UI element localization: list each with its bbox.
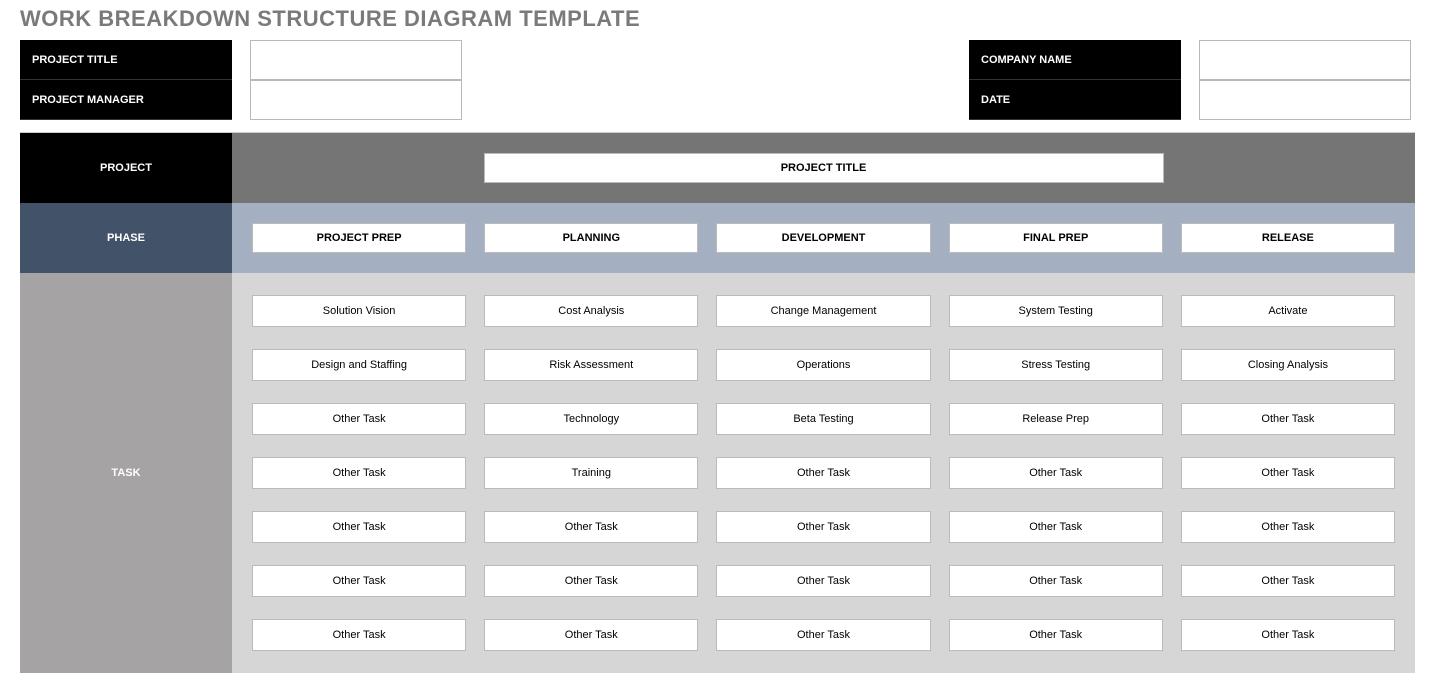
- task-cell[interactable]: Change Management: [716, 295, 930, 327]
- project-title-label: PROJECT TITLE: [20, 40, 232, 80]
- company-name-label: COMPANY NAME: [969, 40, 1181, 80]
- task-cell[interactable]: Design and Staffing: [252, 349, 466, 381]
- task-cell[interactable]: Release Prep: [949, 403, 1163, 435]
- task-cell[interactable]: Other Task: [1181, 619, 1395, 651]
- task-cell[interactable]: Training: [484, 457, 698, 489]
- project-title-input[interactable]: [250, 40, 462, 80]
- row-label-phase: PHASE: [20, 203, 232, 273]
- task-cell[interactable]: System Testing: [949, 295, 1163, 327]
- phase-cell[interactable]: RELEASE: [1181, 223, 1395, 253]
- task-cell[interactable]: Other Task: [716, 565, 930, 597]
- project-manager-input[interactable]: [250, 80, 462, 120]
- project-manager-label: PROJECT MANAGER: [20, 80, 232, 120]
- task-cell[interactable]: Other Task: [252, 511, 466, 543]
- task-cell[interactable]: Technology: [484, 403, 698, 435]
- task-cell[interactable]: Risk Assessment: [484, 349, 698, 381]
- date-label: DATE: [969, 80, 1181, 120]
- task-cell[interactable]: Other Task: [1181, 565, 1395, 597]
- task-cell[interactable]: Activate: [1181, 295, 1395, 327]
- task-cell[interactable]: Other Task: [252, 565, 466, 597]
- task-cell[interactable]: Other Task: [716, 511, 930, 543]
- task-cell[interactable]: Other Task: [252, 403, 466, 435]
- row-body-task: Solution Vision Cost Analysis Change Manag…: [232, 273, 1415, 673]
- task-cell[interactable]: Solution Vision: [252, 295, 466, 327]
- task-cell[interactable]: Other Task: [949, 565, 1163, 597]
- row-label-project: PROJECT: [20, 133, 232, 203]
- row-body-project: PROJECT TITLE: [232, 133, 1415, 203]
- task-cell[interactable]: Other Task: [1181, 511, 1395, 543]
- task-cell[interactable]: Other Task: [949, 619, 1163, 651]
- task-cell[interactable]: Other Task: [949, 457, 1163, 489]
- task-cell[interactable]: Closing Analysis: [1181, 349, 1395, 381]
- row-body-phase: PROJECT PREP PLANNING DEVELOPMENT FINAL …: [232, 203, 1415, 273]
- task-cell[interactable]: Operations: [716, 349, 930, 381]
- row-label-task: TASK: [20, 273, 232, 673]
- date-input[interactable]: [1199, 80, 1411, 120]
- task-cell[interactable]: Cost Analysis: [484, 295, 698, 327]
- task-cell[interactable]: Other Task: [484, 619, 698, 651]
- task-cell[interactable]: Other Task: [716, 457, 930, 489]
- wbs-table: PROJECT PROJECT TITLE PHASE PROJECT PREP…: [20, 132, 1415, 673]
- page-title: WORK BREAKDOWN STRUCTURE DIAGRAM TEMPLAT…: [20, 6, 1411, 32]
- phase-cell[interactable]: PLANNING: [484, 223, 698, 253]
- task-cell[interactable]: Beta Testing: [716, 403, 930, 435]
- task-cell[interactable]: Other Task: [484, 565, 698, 597]
- task-cell[interactable]: Other Task: [252, 619, 466, 651]
- header-grid: PROJECT TITLE COMPANY NAME PROJECT MANAG…: [20, 40, 1411, 120]
- task-cell[interactable]: Other Task: [1181, 457, 1395, 489]
- task-cell[interactable]: Other Task: [1181, 403, 1395, 435]
- project-title-box[interactable]: PROJECT TITLE: [484, 153, 1164, 183]
- phase-cell[interactable]: FINAL PREP: [949, 223, 1163, 253]
- task-cell[interactable]: Other Task: [252, 457, 466, 489]
- phase-cell[interactable]: DEVELOPMENT: [716, 223, 930, 253]
- task-cell[interactable]: Other Task: [484, 511, 698, 543]
- task-cell[interactable]: Stress Testing: [949, 349, 1163, 381]
- company-name-input[interactable]: [1199, 40, 1411, 80]
- phase-cell[interactable]: PROJECT PREP: [252, 223, 466, 253]
- task-cell[interactable]: Other Task: [716, 619, 930, 651]
- task-cell[interactable]: Other Task: [949, 511, 1163, 543]
